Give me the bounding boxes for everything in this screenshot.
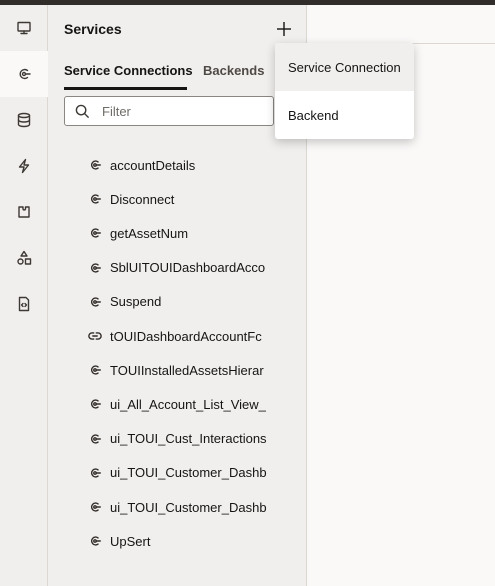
service-item-label: Suspend (110, 294, 162, 310)
source-file-icon (18, 296, 29, 312)
database-icon (17, 112, 30, 128)
service-connection-icon (91, 228, 101, 238)
service-connection-icon (91, 365, 101, 375)
service-connection-icon (91, 262, 101, 273)
service-item-label: getAssetNum (110, 225, 189, 241)
service-connection-icon (91, 399, 101, 409)
service-item-label: ui_All_Account_List_View_ (110, 396, 266, 412)
service-item-label: TOUIInstalledAssetsHierar (110, 362, 264, 378)
service-item-label: ui_TOUI_Customer_Dashb (110, 465, 267, 481)
service-item-label: tOUIDashboardAccountFc (110, 328, 262, 344)
search-icon (75, 104, 90, 118)
service-list-item[interactable]: tOUIDashboardAccountFc (88, 326, 274, 346)
rail-item-extensions[interactable] (0, 189, 47, 235)
rail-item-web-apps[interactable] (0, 5, 47, 51)
service-connection-icon (91, 297, 101, 307)
link-icon (88, 332, 102, 340)
plus-icon (277, 22, 291, 36)
service-connection-icon (91, 433, 101, 444)
service-connection-icon (91, 536, 101, 546)
monitor-icon (16, 21, 31, 35)
lightning-icon (18, 158, 29, 174)
selected-tab-indicator (64, 87, 187, 90)
service-list-item[interactable]: ui_TOUI_Cust_Interactions (88, 429, 274, 449)
service-list-item[interactable]: ui_TOUI_Customer_Dashb (88, 463, 274, 483)
service-list-item[interactable]: UpSert (88, 531, 274, 551)
tab-service-connections[interactable]: Service Connections (64, 63, 193, 78)
create-menu: Service Connection Backend (275, 43, 414, 139)
panel-title: Services (64, 21, 122, 37)
services-panel: Services Service Connections Backends ac… (48, 5, 307, 586)
filter-input[interactable] (100, 102, 254, 120)
service-connection-icon (91, 194, 101, 204)
tab-backends[interactable]: Backends (203, 63, 264, 78)
navigator-rail (0, 5, 48, 586)
service-list-item[interactable]: getAssetNum (88, 223, 274, 243)
service-list-item[interactable]: Suspend (88, 292, 274, 312)
extension-icon (17, 206, 30, 218)
rail-item-business-objects[interactable] (0, 97, 47, 143)
service-connection-icon (18, 68, 31, 80)
rail-item-source[interactable] (0, 281, 47, 327)
service-connection-icon (91, 502, 101, 512)
service-item-label: UpSert (110, 533, 151, 549)
menu-item-backend[interactable]: Backend (275, 91, 414, 139)
components-icon (16, 250, 31, 265)
service-list-item[interactable]: Disconnect (88, 189, 274, 209)
content-header (307, 5, 495, 44)
service-item-label: SblUITOUIDashboardAcco (110, 260, 266, 276)
rail-item-processes[interactable] (0, 143, 47, 189)
service-item-label: Disconnect (110, 191, 175, 207)
service-connection-icon (91, 468, 101, 478)
service-item-label: accountDetails (110, 157, 196, 173)
service-list-item[interactable]: ui_All_Account_List_View_ (88, 394, 274, 414)
service-list-item[interactable]: ui_TOUI_Customer_Dashb (88, 497, 274, 517)
rail-item-components[interactable] (0, 235, 47, 281)
filter-field[interactable] (64, 96, 274, 126)
service-list-item[interactable]: SblUITOUIDashboardAcco (88, 258, 274, 278)
service-list-item[interactable]: accountDetails (88, 155, 274, 175)
add-service-button[interactable] (270, 14, 298, 44)
menu-item-service-connection[interactable]: Service Connection (275, 43, 414, 91)
service-item-label: ui_TOUI_Cust_Interactions (110, 431, 267, 447)
service-list-item[interactable]: TOUIInstalledAssetsHierar (88, 360, 274, 380)
service-item-label: ui_TOUI_Customer_Dashb (110, 499, 267, 515)
service-connection-icon (91, 160, 101, 170)
rail-item-services[interactable] (0, 51, 48, 97)
